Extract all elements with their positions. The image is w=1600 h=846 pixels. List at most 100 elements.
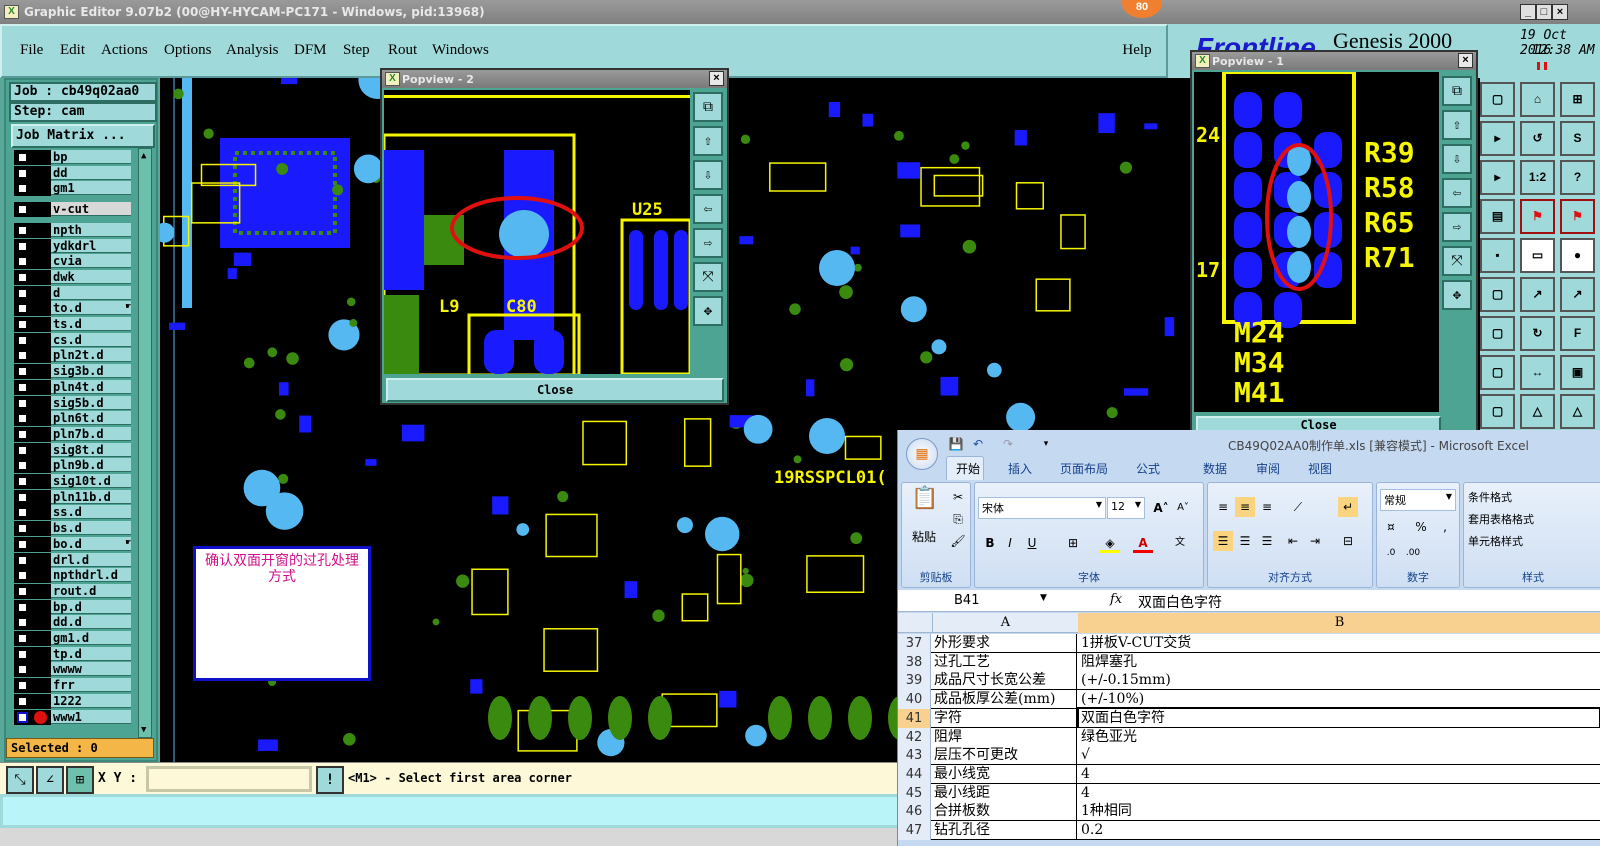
layer-row[interactable]: ydkdrl (14, 238, 131, 254)
layer-name[interactable]: ydkdrl (51, 238, 131, 253)
paste-button[interactable]: 粘贴 (912, 528, 936, 545)
layer-name[interactable]: bo.d (51, 536, 131, 551)
column-header-b[interactable]: B (1078, 613, 1600, 633)
redo-icon[interactable]: ↷ (998, 434, 1018, 454)
layer-row[interactable]: drl.d (14, 552, 131, 568)
layer-name[interactable]: pln11b.d (51, 489, 131, 504)
name-box[interactable]: B41 (954, 593, 979, 608)
layer-row[interactable]: frr (14, 678, 131, 694)
cell-b[interactable]: 1种相同 (1079, 802, 1599, 821)
italic-icon[interactable]: I (1000, 533, 1020, 553)
help-menu[interactable]: Help (1110, 30, 1164, 74)
layer-row[interactable]: dd (14, 165, 131, 181)
pause-icon[interactable] (1537, 62, 1547, 70)
menu-options[interactable]: Options (164, 42, 212, 59)
conditional-format-button[interactable]: 条件格式 (1468, 489, 1512, 505)
layer-checkbox[interactable] (17, 428, 28, 440)
layer-checkbox[interactable] (17, 633, 28, 644)
ribbon-tab-formulas[interactable]: 公式 (1136, 460, 1160, 477)
layer-row[interactable]: 1222 (14, 693, 131, 709)
layer-row[interactable]: pln9b.d (14, 458, 131, 474)
format-table-button[interactable]: 套用表格格式 (1468, 511, 1534, 527)
menu-edit[interactable]: Edit (60, 42, 85, 59)
layer-row[interactable]: sig10t.d (14, 474, 131, 489)
layer-row[interactable]: pln2t.d (14, 348, 131, 364)
layer-row[interactable]: pln7b.d (14, 426, 131, 442)
cell-a[interactable]: 合拼板数 (932, 802, 1077, 822)
layer-checkbox[interactable] (17, 601, 28, 613)
row-header[interactable]: 37 (898, 634, 931, 653)
cell-b[interactable]: (+/-10%) (1079, 690, 1599, 709)
popview-2-canvas[interactable]: U25 L9 C80 (384, 90, 690, 374)
view-fit-icon[interactable]: ⧉ (1442, 76, 1472, 106)
layer-row[interactable]: tp.d (14, 646, 131, 662)
cell-a[interactable]: 字符 (932, 708, 1077, 728)
zoom-in-icon[interactable]: ⤧ (693, 262, 723, 292)
cell-b[interactable]: 0.2 (1079, 821, 1599, 840)
layer-row[interactable]: pln4t.d (14, 379, 131, 395)
layer-row[interactable]: cs.d (14, 332, 131, 348)
phonetic-icon[interactable]: 文 (1170, 533, 1190, 553)
layer-name[interactable]: bs.d (51, 521, 131, 536)
tool-icon[interactable]: ▢ (1480, 316, 1515, 351)
tool-icon[interactable]: ▢ (1480, 394, 1515, 429)
row-header[interactable]: 42 (898, 727, 931, 747)
sheet-row[interactable]: 37 外形要求 1拼板V-CUT交货 (898, 634, 1600, 653)
layer-row[interactable]: bp.d (14, 599, 131, 615)
row-header[interactable]: 41 (898, 708, 931, 728)
layer-checkbox[interactable] (17, 303, 28, 315)
cell-b[interactable]: (+/-0.15mm) (1079, 671, 1599, 690)
ruler-icon[interactable]: ▭ (1520, 238, 1555, 273)
sheet-row[interactable]: 41 字符 双面白色字符 (898, 706, 1600, 730)
layer-name[interactable]: sig8t.d (51, 442, 131, 457)
align-right-icon[interactable]: ☰ (1257, 531, 1277, 551)
layer-checkbox[interactable] (17, 695, 28, 707)
layer-name[interactable]: dd.d (51, 615, 131, 630)
underline-icon[interactable]: U (1022, 533, 1042, 553)
layer-row[interactable]: gm1.d (14, 631, 131, 646)
merge-center-icon[interactable]: ⊟ (1338, 531, 1358, 551)
layer-checkbox[interactable] (17, 617, 28, 629)
popview-1-canvas[interactable]: R39 R58 R65 R71 M24 M34 M41 24 17 (1194, 72, 1439, 412)
layer-checkbox[interactable] (17, 366, 28, 378)
formula-input[interactable]: 双面白色字符 (1138, 592, 1222, 612)
close-window-button[interactable]: × (1552, 4, 1568, 20)
cell-b[interactable]: 双面白色字符 (1077, 706, 1600, 730)
layer-checkbox[interactable] (17, 334, 28, 346)
customize-qat-icon[interactable]: ▾ (1036, 434, 1056, 454)
tool-icon[interactable]: ▤ (1480, 199, 1515, 234)
layer-checkbox[interactable] (17, 240, 28, 252)
rotate-icon[interactable]: ↻ (1520, 316, 1555, 351)
cell-b[interactable]: 绿色亚光 (1079, 728, 1599, 747)
cell-b[interactable]: 1拼板V-CUT交货 (1079, 634, 1599, 653)
undo-icon[interactable]: ↶ (968, 434, 988, 454)
layer-checkbox[interactable] (17, 204, 28, 216)
minimize-button[interactable]: _ (1520, 4, 1536, 20)
layer-row[interactable]: bp (14, 150, 131, 165)
cell-a[interactable]: 最小线宽 (932, 764, 1077, 784)
currency-icon[interactable]: ¤ (1381, 517, 1401, 537)
connect-fill-icon[interactable]: ↗ (1560, 277, 1595, 312)
layer-name[interactable]: pln2t.d (51, 348, 131, 363)
font-name-select[interactable]: 宋体 ▼ (978, 497, 1106, 519)
layer-name[interactable]: to.d (51, 301, 131, 316)
copy-icon[interactable]: ⎘ (948, 509, 968, 529)
xy-input[interactable] (146, 766, 312, 792)
sheet-row[interactable]: 46 合拼板数 1种相同 (898, 802, 1600, 822)
layer-checkbox[interactable] (17, 183, 28, 195)
layer-name[interactable]: dd (51, 165, 131, 180)
scroll-down-icon[interactable]: ▼ (141, 725, 146, 735)
menu-rout[interactable]: Rout (388, 42, 417, 59)
cell-a[interactable]: 层压不可更改 (932, 746, 1077, 766)
popview-1-titlebar[interactable]: X Popview - 1 × (1192, 52, 1476, 70)
netlist-compare-icon[interactable]: ⚑ (1560, 199, 1595, 234)
layer-name[interactable]: sig10t.d (51, 474, 131, 488)
cell-a[interactable]: 过孔工艺 (932, 652, 1077, 672)
sheet-row[interactable]: 38 过孔工艺 阻焊塞孔 (898, 652, 1600, 672)
layer-name[interactable]: www1 (51, 709, 131, 724)
layer-checkbox[interactable] (17, 476, 28, 487)
menu-analysis[interactable]: Analysis (226, 42, 279, 59)
shrink-font-icon[interactable]: A˅ (1173, 498, 1193, 518)
layer-name[interactable]: pln9b.d (51, 458, 131, 473)
cell-b[interactable]: 4 (1079, 765, 1599, 784)
